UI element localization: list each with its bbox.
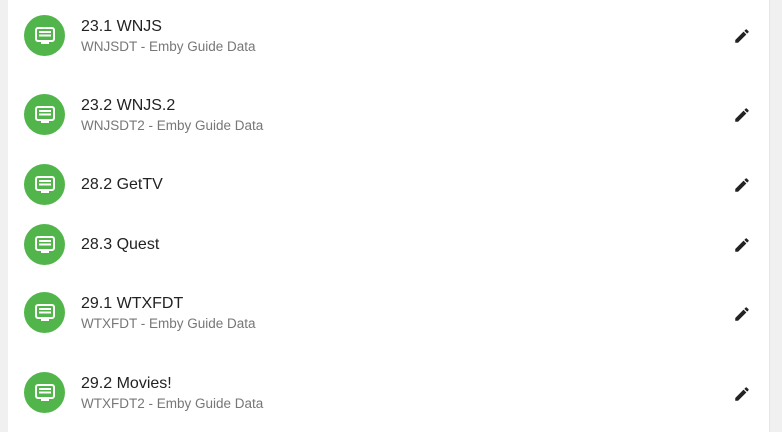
- channel-list: 23.1 WNJS WNJSDT - Emby Guide Data 23.2 …: [8, 0, 770, 432]
- channel-row[interactable]: 28.2 GetTV: [8, 164, 770, 206]
- channel-subtitle: WNJSDT2 - Emby Guide Data: [81, 118, 264, 133]
- tv-guide-icon: [24, 94, 65, 135]
- channel-row[interactable]: 23.2 WNJS.2 WNJSDT2 - Emby Guide Data: [8, 94, 770, 138]
- edit-pencil-icon[interactable]: [728, 171, 756, 199]
- channel-title: 29.2 Movies!: [81, 375, 172, 392]
- edit-pencil-icon[interactable]: [728, 101, 756, 129]
- channel-subtitle: WNJSDT - Emby Guide Data: [81, 39, 256, 54]
- channel-title: 23.2 WNJS.2: [81, 97, 176, 114]
- tv-guide-icon: [24, 15, 65, 56]
- edit-pencil-icon[interactable]: [728, 22, 756, 50]
- channel-subtitle: WTXFDT - Emby Guide Data: [81, 316, 256, 331]
- channel-row[interactable]: 29.2 Movies! WTXFDT2 - Emby Guide Data: [8, 372, 770, 416]
- channel-title: 28.3 Quest: [81, 236, 160, 253]
- channel-title: 23.1 WNJS: [81, 18, 162, 35]
- tv-guide-icon: [24, 164, 65, 205]
- tv-guide-icon: [24, 224, 65, 265]
- tv-guide-icon: [24, 372, 65, 413]
- edit-pencil-icon[interactable]: [728, 380, 756, 408]
- channel-title: 29.1 WTXFDT: [81, 295, 184, 312]
- edit-pencil-icon[interactable]: [728, 300, 756, 328]
- channel-row[interactable]: 29.1 WTXFDT WTXFDT - Emby Guide Data: [8, 292, 770, 336]
- edit-pencil-icon[interactable]: [728, 231, 756, 259]
- channel-title: 28.2 GetTV: [81, 176, 163, 193]
- channel-row[interactable]: 23.1 WNJS WNJSDT - Emby Guide Data: [8, 14, 770, 58]
- channel-row[interactable]: 28.3 Quest: [8, 224, 770, 266]
- channel-subtitle: WTXFDT2 - Emby Guide Data: [81, 396, 264, 411]
- tv-guide-icon: [24, 292, 65, 333]
